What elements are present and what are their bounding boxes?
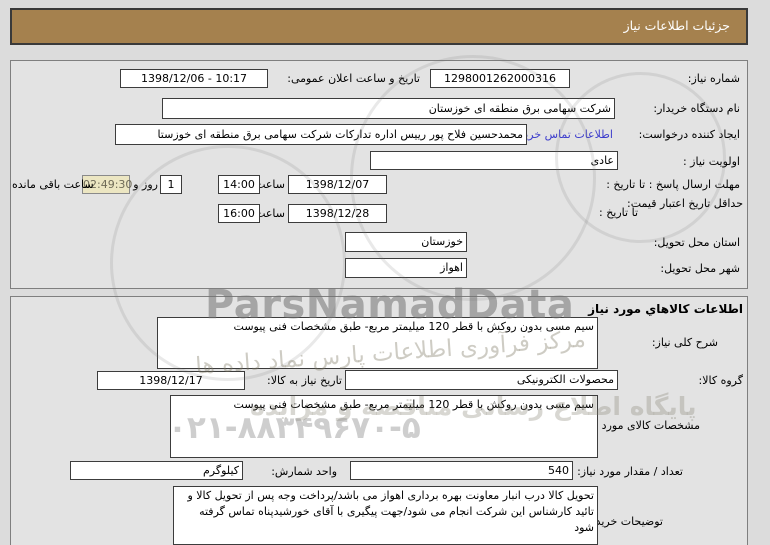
goods-group-label: گروه کالا:: [698, 374, 743, 387]
days-and-label: روز و: [133, 178, 158, 191]
need-description-label: شرح کلی نیاز:: [651, 336, 718, 349]
hours-remaining-label: ساعت باقی مانده: [12, 178, 94, 191]
goods-need-date-label: تاریخ نیاز به کالا:: [267, 374, 342, 387]
page-title: جزئیات اطلاعات نیاز: [10, 8, 748, 45]
days-remaining-field[interactable]: 1: [160, 175, 182, 194]
goods-group-field[interactable]: محصولات الکترونیکی: [345, 370, 618, 390]
count-unit-field[interactable]: کیلوگرم: [70, 461, 243, 480]
count-unit-label: واحد شمارش:: [271, 465, 337, 478]
price-validity-time-field[interactable]: 16:00: [218, 204, 260, 223]
quantity-field[interactable]: 540: [350, 461, 573, 480]
buyer-org-label: نام دستگاه خریدار:: [653, 102, 740, 115]
need-description-textarea[interactable]: سیم مسی بدون روکش با قطر 120 میلیمتر مرب…: [157, 317, 598, 369]
price-validity-date-field[interactable]: 1398/12/28: [288, 204, 387, 223]
delivery-province-label: استان محل تحویل:: [653, 236, 740, 249]
announce-datetime-label: تاریخ و ساعت اعلان عمومی:: [287, 72, 420, 85]
reply-deadline-time-field[interactable]: 14:00: [218, 175, 260, 194]
need-details-page: جزئیات اطلاعات نیاز شماره نیاز: 12980012…: [0, 0, 770, 545]
creator-label: ایجاد کننده درخواست:: [638, 128, 740, 141]
need-number-field[interactable]: 1298001262000316: [430, 69, 570, 88]
announce-datetime-field[interactable]: 1398/12/06 - 10:17: [120, 69, 268, 88]
goods-section-header: اطلاعات کالاهاي مورد نیاز: [588, 302, 743, 316]
buyer-org-field[interactable]: شرکت سهامی برق منطقه ای خوزستان: [162, 98, 615, 119]
validity-until-label: تا تاریخ :: [599, 206, 638, 219]
priority-label: اولویت نیاز :: [682, 155, 740, 168]
delivery-city-field[interactable]: اهواز: [345, 258, 467, 278]
goods-specs-textarea[interactable]: سیم مسی بدون روکش با قطر 120 میلیمتر مرب…: [170, 395, 598, 458]
goods-need-date-field[interactable]: 1398/12/17: [97, 371, 245, 390]
quantity-label: تعداد / مقدار مورد نیاز:: [577, 465, 683, 478]
buyer-notes-textarea[interactable]: تحویل کالا درب انبار معاونت بهره برداری …: [173, 486, 598, 545]
price-validity-label: حداقل تاریخ اعتبار قیمت:: [627, 197, 743, 210]
priority-field[interactable]: عادی: [370, 151, 618, 170]
delivery-city-label: شهر محل تحویل:: [660, 262, 740, 275]
delivery-province-field[interactable]: خوزستان: [345, 232, 467, 252]
reply-deadline-date-field[interactable]: 1398/12/07: [288, 175, 387, 194]
reply-deadline-label: مهلت ارسال پاسخ : تا تاریخ :: [606, 178, 740, 191]
need-number-label: شماره نیاز:: [687, 72, 740, 85]
creator-field[interactable]: محمدحسین فلاح پور رییس اداره تدارکات شرک…: [115, 124, 527, 145]
